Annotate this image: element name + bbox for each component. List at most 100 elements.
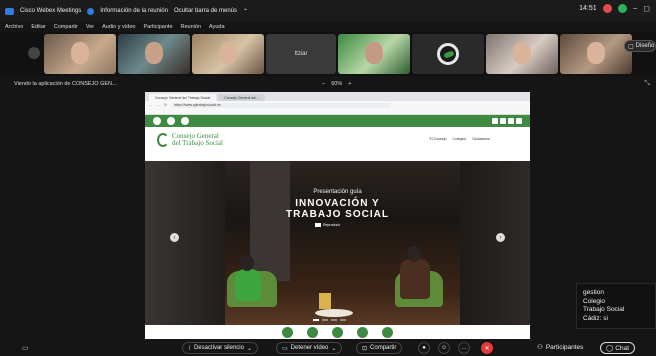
- guide-book: [319, 293, 331, 309]
- site-nav: El Consejo Colegios Ciudadanía: [430, 137, 490, 141]
- browser-tab[interactable]: Consejo General del Trabajo Social: [149, 94, 217, 101]
- site-header: Consejo General del Trabajo Social El Co…: [145, 127, 530, 153]
- stop-video-label: Detener vídeo: [290, 345, 329, 351]
- participant-tile[interactable]: [192, 34, 264, 74]
- coffee-table: [315, 309, 353, 317]
- hero-subtitle: Presentación guía: [313, 189, 362, 195]
- strip-scroll-button[interactable]: [28, 47, 40, 59]
- menu-participante[interactable]: Participante: [143, 24, 172, 30]
- menu-ayuda[interactable]: Ayuda: [209, 24, 225, 30]
- participant-tile[interactable]: [412, 34, 484, 74]
- chevron-down-icon[interactable]: ⌄: [331, 345, 336, 352]
- forward-icon[interactable]: →: [157, 103, 161, 107]
- twitter-icon[interactable]: [492, 118, 498, 124]
- share-icon: ⊡: [362, 345, 368, 352]
- carousel-dot[interactable]: [322, 319, 328, 321]
- carousel-prev-icon[interactable]: ‹: [170, 233, 179, 242]
- nav-el-consejo[interactable]: El Consejo: [430, 137, 447, 141]
- hero-title-line-2: TRABAJO SOCIAL: [286, 209, 389, 220]
- nav-ciudadania[interactable]: Ciudadanía: [472, 137, 490, 141]
- participant-tile[interactable]: [560, 34, 632, 74]
- quick-link-icon[interactable]: [282, 326, 293, 338]
- menu-reunion[interactable]: Reunión: [181, 24, 202, 30]
- mic-muted-icon: ⌇: [188, 345, 191, 352]
- participant-tile[interactable]: [44, 34, 116, 74]
- back-icon[interactable]: ←: [149, 103, 153, 107]
- hero-title: INNOVACIÓN Y TRABAJO SOCIAL: [145, 198, 530, 220]
- unmute-button[interactable]: ⌇ Desactivar silencio ⌄: [182, 342, 258, 354]
- participants-button[interactable]: ⚇ Participantes: [537, 343, 583, 352]
- facebook-icon[interactable]: [500, 118, 506, 124]
- info-icon[interactable]: [87, 7, 95, 15]
- browser-tab[interactable]: Consejo General del...: [218, 94, 265, 101]
- chat-line: gestion: [583, 289, 604, 296]
- connection-status-icon[interactable]: [617, 4, 627, 13]
- maximize-icon[interactable]: ◻: [643, 4, 650, 13]
- linkedin-icon[interactable]: [516, 118, 522, 124]
- social-links: [492, 118, 522, 124]
- quick-link-icon[interactable]: [332, 326, 343, 338]
- share-label: Compartir: [370, 345, 397, 351]
- hero-banner: Presentación guía INNOVACIÓN Y TRABAJO S…: [145, 161, 530, 325]
- chat-button[interactable]: ◯ Chat: [600, 342, 636, 354]
- quick-link-icon[interactable]: [382, 326, 393, 338]
- layout-icon: ▢: [628, 43, 634, 50]
- leave-meeting-icon[interactable]: ✕: [481, 342, 493, 354]
- recording-icon[interactable]: [602, 4, 612, 13]
- captions-icon[interactable]: ▭: [22, 344, 29, 352]
- participant-tile[interactable]: [486, 34, 558, 74]
- quick-links: [145, 325, 530, 339]
- webex-logo-icon: [5, 7, 14, 15]
- youtube-icon[interactable]: [508, 118, 514, 124]
- quick-link-icon[interactable]: [357, 326, 368, 338]
- nav-colegios[interactable]: Colegios: [452, 137, 466, 141]
- site-shortcut-icon[interactable]: [167, 117, 175, 125]
- chevron-up-icon[interactable]: ⌃: [243, 8, 248, 15]
- menu-archivo[interactable]: Archivo: [5, 24, 23, 30]
- unmute-label: Desactivar silencio: [193, 345, 244, 351]
- url-field[interactable]: https://www.cgtrabajosocial.es: [170, 102, 391, 108]
- reload-icon[interactable]: ↻: [164, 103, 167, 107]
- more-options-icon[interactable]: …: [458, 342, 470, 354]
- chevron-down-icon[interactable]: ⌄: [247, 345, 252, 352]
- chat-preview[interactable]: gestion Colegio Trabajo Social Cádiz: si: [576, 283, 656, 329]
- record-icon[interactable]: ●: [418, 342, 430, 354]
- reactions-icon[interactable]: ☺: [438, 342, 450, 354]
- site-logo[interactable]: Consejo General del Trabajo Social: [157, 133, 223, 147]
- meeting-info-link[interactable]: Información de la reunión: [100, 8, 168, 14]
- webex-window: Cisco Webex Meetings Información de la r…: [0, 0, 656, 356]
- stop-video-button[interactable]: ▭ Detener vídeo ⌄: [276, 342, 343, 354]
- zoom-out-button[interactable]: −: [322, 81, 325, 87]
- url-text: https://www.cgtrabajosocial.es: [173, 103, 221, 107]
- play-button[interactable]: Reproducir: [315, 223, 340, 227]
- carousel-next-icon[interactable]: ›: [496, 233, 505, 242]
- site-shortcut-icon[interactable]: [181, 117, 189, 125]
- menu-ver[interactable]: Ver: [86, 24, 94, 30]
- carousel-dot[interactable]: [313, 319, 319, 321]
- minimize-icon[interactable]: −: [633, 4, 638, 13]
- share-button[interactable]: ⊡ Compartir: [356, 342, 403, 354]
- share-status-bar: Viendo la aplicación de CONSEJO GEN... −…: [0, 78, 656, 90]
- menu-compartir[interactable]: Compartir: [54, 24, 78, 30]
- participant-name: Itziar: [294, 51, 308, 57]
- menu-editar[interactable]: Editar: [31, 24, 45, 30]
- title-bar: Cisco Webex Meetings Información de la r…: [0, 0, 656, 22]
- zoom-control: − 60% +: [322, 81, 351, 87]
- carousel-dot[interactable]: [340, 319, 346, 321]
- zoom-in-button[interactable]: +: [348, 81, 351, 87]
- participant-tile[interactable]: [338, 34, 410, 74]
- fit-screen-icon[interactable]: ⤡: [644, 80, 650, 88]
- layout-button[interactable]: ▢ Diseño: [624, 40, 656, 52]
- speaker-left: [235, 269, 261, 301]
- hide-menu-bar-button[interactable]: Ocultar barra de menús: [174, 8, 237, 14]
- brand-swoosh-icon: [157, 133, 169, 147]
- zoom-value: 60%: [331, 81, 343, 87]
- quick-link-icon[interactable]: [307, 326, 318, 338]
- carousel-dot[interactable]: [331, 319, 337, 321]
- organization-logo-icon: [437, 43, 459, 65]
- menu-audio-video[interactable]: Audio y vídeo: [102, 24, 135, 30]
- participant-tile[interactable]: Itziar: [266, 34, 336, 74]
- site-shortcut-icon[interactable]: [153, 117, 161, 125]
- chat-label: Chat: [615, 344, 630, 352]
- participant-tile[interactable]: [118, 34, 190, 74]
